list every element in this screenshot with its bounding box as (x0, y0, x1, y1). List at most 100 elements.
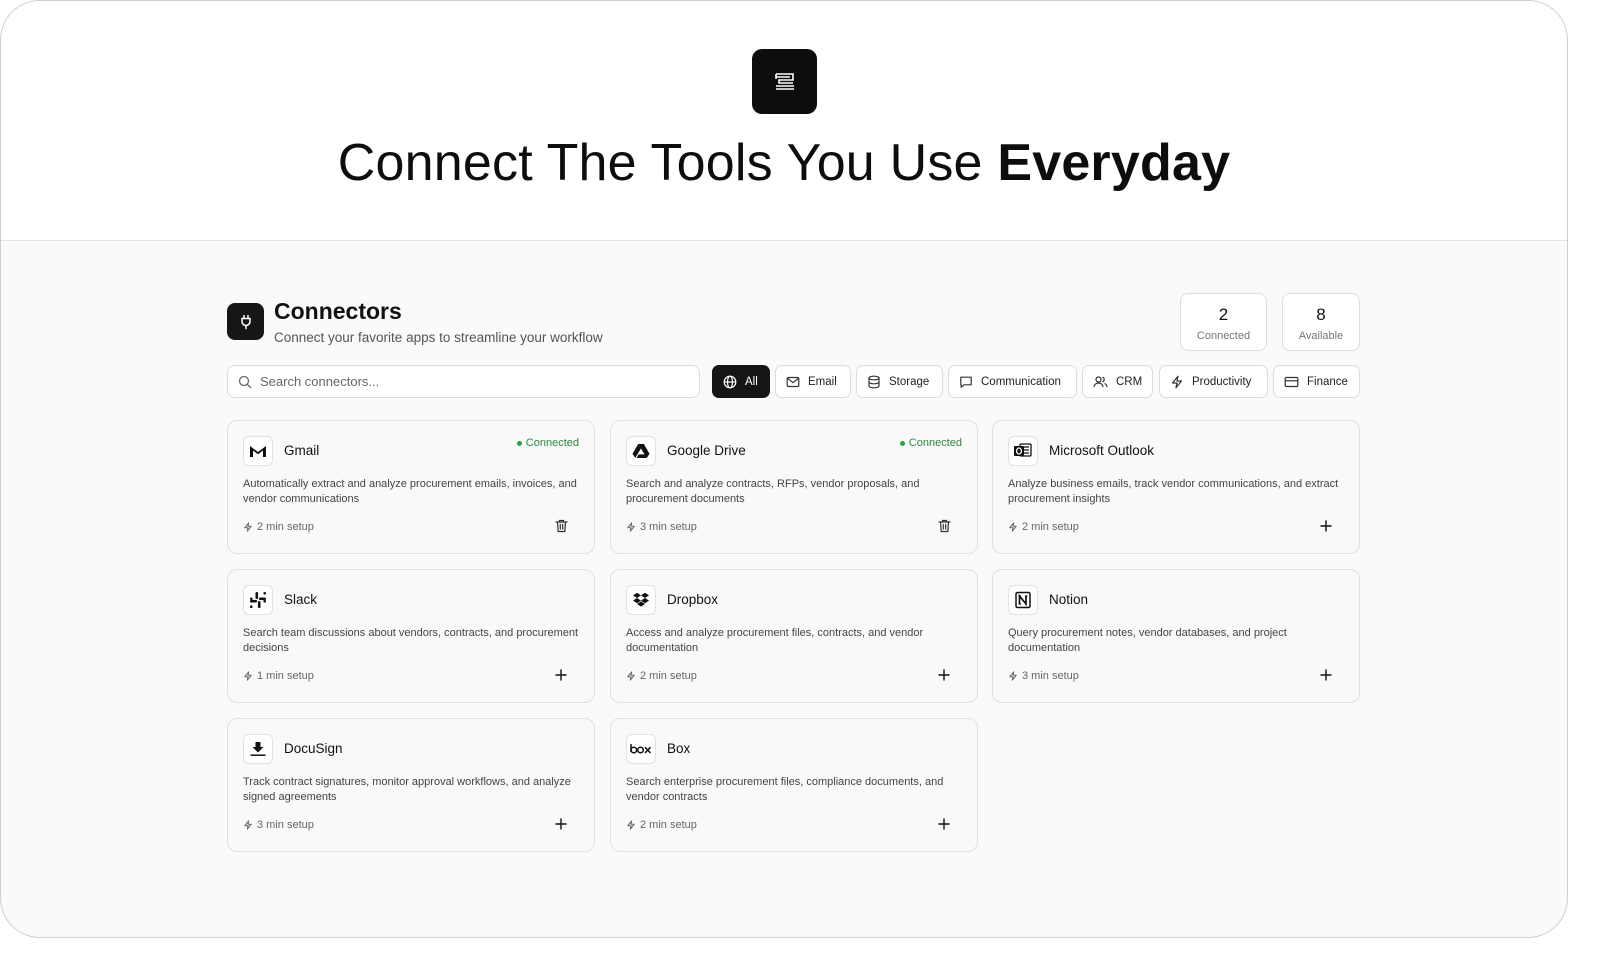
stat-available-label: Available (1298, 330, 1344, 342)
plus-icon (1320, 669, 1332, 681)
filter-all[interactable]: All (712, 365, 770, 398)
status-dot (899, 440, 905, 446)
zap-icon (627, 522, 635, 532)
setup-time-text: 2 min setup (257, 521, 314, 533)
brand-logo-icon (774, 72, 794, 90)
delete-button[interactable] (552, 517, 570, 535)
zap-icon (1171, 375, 1183, 388)
filter-email-label: Email (808, 375, 837, 388)
google-drive-icon (626, 436, 656, 466)
connected-status-badge: Connected (899, 437, 962, 449)
connector-description: Access and analyze procurement files, co… (626, 627, 924, 654)
connector-card-docusign[interactable]: DocuSign Track contract signatures, moni… (227, 718, 595, 852)
connector-description: Track contract signatures, monitor appro… (243, 776, 571, 803)
delete-button[interactable] (935, 517, 953, 535)
status-text: Connected (525, 437, 579, 449)
add-connector-button[interactable] (935, 815, 953, 833)
setup-time: 3 min setup (243, 819, 314, 831)
connector-card-notion[interactable]: Notion Query procurement notes, vendor d… (992, 569, 1360, 703)
status-dot (516, 440, 522, 446)
zap-icon (244, 522, 252, 532)
plus-icon (938, 818, 950, 830)
connector-name: DocuSign (284, 741, 343, 756)
app-window: Connect The Tools You Use Everyday Conne… (0, 0, 1568, 938)
stat-available: 8 Available (1282, 293, 1360, 351)
setup-time-text: 3 min setup (257, 819, 314, 831)
connectors-header: Connectors Connect your favorite apps to… (227, 293, 1360, 353)
setup-time: 2 min setup (243, 521, 314, 533)
zap-icon (244, 820, 252, 830)
filter-productivity[interactable]: Productivity (1159, 365, 1268, 398)
message-icon (960, 376, 972, 388)
add-connector-button[interactable] (552, 815, 570, 833)
credit-card-icon (1284, 376, 1299, 387)
connector-card-dropbox[interactable]: Dropbox Access and analyze procurement f… (610, 569, 978, 703)
add-connector-button[interactable] (1317, 666, 1335, 684)
setup-time: 2 min setup (626, 819, 697, 831)
setup-time-text: 3 min setup (1022, 670, 1079, 682)
filter-productivity-label: Productivity (1192, 375, 1252, 388)
zap-icon (627, 671, 635, 681)
filter-storage[interactable]: Storage (856, 365, 943, 398)
filter-email[interactable]: Email (775, 365, 851, 398)
filter-finance[interactable]: Finance (1273, 365, 1360, 398)
setup-time: 3 min setup (626, 521, 697, 533)
setup-time-text: 2 min setup (640, 670, 697, 682)
box-icon (626, 734, 656, 764)
connector-name: Microsoft Outlook (1049, 443, 1155, 458)
setup-time: 3 min setup (1008, 670, 1079, 682)
connector-name: Gmail (284, 443, 320, 458)
connector-description: Search team discussions about vendors, c… (243, 627, 579, 654)
stat-available-value: 8 (1316, 305, 1326, 324)
connector-description: Automatically extract and analyze procur… (243, 478, 577, 505)
stat-connected: 2 Connected (1180, 293, 1267, 351)
hero-section: Connect The Tools You Use Everyday (1, 1, 1567, 241)
zap-icon (1009, 671, 1017, 681)
hero-title-text: Connect The Tools You Use (337, 134, 998, 192)
mail-icon (786, 376, 800, 387)
stat-connected-value: 2 (1218, 305, 1229, 324)
hero-title: Connect The Tools You Use Everyday (1, 133, 1567, 193)
outlook-icon (1008, 436, 1038, 466)
zap-icon (244, 671, 252, 681)
connector-description: Query procurement notes, vendor database… (1008, 627, 1287, 654)
brand-logo (752, 49, 817, 114)
filter-all-label: All (745, 375, 758, 388)
add-connector-button[interactable] (935, 666, 953, 684)
connector-name: Notion (1049, 592, 1089, 607)
notion-icon (1008, 585, 1038, 615)
filter-storage-label: Storage (889, 375, 930, 388)
gmail-icon (243, 436, 273, 466)
plus-icon (555, 669, 567, 681)
connector-description: Search enterprise procurement files, com… (626, 776, 944, 803)
docusign-icon (243, 734, 273, 764)
globe-icon (723, 375, 737, 388)
connector-name: Box (667, 741, 691, 756)
connector-card-gmail[interactable]: Gmail Connected Automatically extract an… (227, 420, 595, 554)
setup-time: 2 min setup (626, 670, 697, 682)
connector-card-slack[interactable]: Slack Search team discussions about vend… (227, 569, 595, 703)
connector-grid: Gmail Connected Automatically extract an… (227, 420, 1360, 860)
filter-communication[interactable]: Communication (948, 365, 1077, 398)
connector-description: Search and analyze contracts, RFPs, vend… (626, 478, 920, 505)
add-connector-button[interactable] (1317, 517, 1335, 535)
setup-time: 1 min setup (243, 670, 314, 682)
plus-icon (938, 669, 950, 681)
search-input[interactable] (260, 374, 680, 389)
filter-finance-label: Finance (1307, 375, 1348, 388)
connector-card-google-drive[interactable]: Google Drive Connected Search and analyz… (610, 420, 978, 554)
plug-icon (227, 303, 264, 340)
search-icon (238, 375, 252, 388)
dropbox-icon (626, 585, 656, 615)
stat-connected-label: Connected (1196, 330, 1251, 342)
connector-card-box[interactable]: Box Search enterprise procurement files,… (610, 718, 978, 852)
filter-crm[interactable]: CRM (1082, 365, 1153, 398)
connector-card-microsoft-outlook[interactable]: Microsoft Outlook Analyze business email… (992, 420, 1360, 554)
page-title: Connectors (274, 298, 402, 324)
hero-title-emphasis: Everyday (997, 134, 1231, 192)
connectors-panel: Connectors Connect your favorite apps to… (227, 293, 1360, 860)
filter-crm-label: CRM (1116, 375, 1143, 388)
setup-time-text: 2 min setup (1022, 521, 1079, 533)
zap-icon (627, 820, 635, 830)
add-connector-button[interactable] (552, 666, 570, 684)
